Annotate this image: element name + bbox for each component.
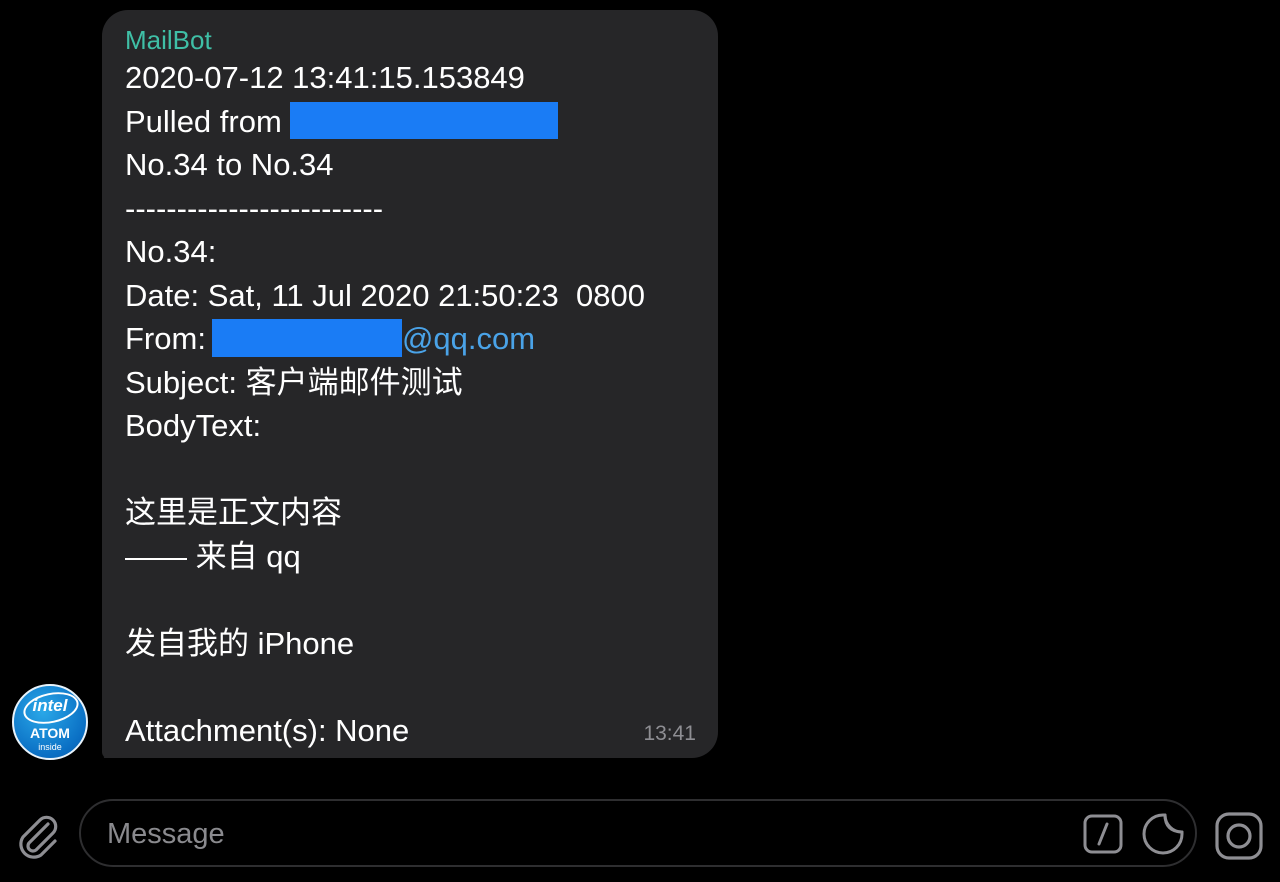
message-bubble[interactable]: MailBot 2020-07-12 13:41:15.153849 Pulle…: [102, 10, 718, 758]
sender-name[interactable]: MailBot: [125, 24, 696, 56]
avatar-tagline: inside: [38, 742, 62, 752]
bodytext-label: BodyText:: [125, 408, 262, 443]
from-email-link[interactable]: @qq.com: [402, 321, 535, 356]
from-line: From: @qq.com: [125, 317, 696, 361]
redacted-sender: [211, 318, 402, 357]
separator-line: -------------------------: [125, 190, 384, 226]
avatar-product: ATOM: [30, 725, 70, 741]
range-line: No.34 to No.34: [125, 147, 334, 182]
message-time: 13:41: [643, 722, 696, 745]
slash-command-icon[interactable]: [1083, 814, 1123, 854]
message-input-field[interactable]: [79, 799, 1197, 867]
avatar-brand: intel: [32, 696, 68, 715]
message-input[interactable]: [105, 811, 1069, 857]
timestamp-line: 2020-07-12 13:41:15.153849: [125, 60, 525, 95]
attachments-line: Attachment(s): None: [125, 712, 410, 748]
composer-bar: [0, 780, 1280, 882]
body-line-2: —— 来自 qq: [125, 538, 301, 574]
paperclip-icon[interactable]: [14, 810, 60, 862]
chat-area: MailBot 2020-07-12 13:41:15.153849 Pulle…: [0, 0, 1280, 780]
item-number: No.34:: [125, 234, 217, 269]
avatar[interactable]: intel ATOM inside: [12, 684, 88, 760]
body-line-3: 发自我的 iPhone: [125, 625, 355, 661]
body-line-1: 这里是正文内容: [125, 495, 342, 530]
pulled-from-label: Pulled from: [125, 103, 282, 139]
redacted-account: [289, 101, 558, 139]
pulled-from-line: Pulled from: [125, 100, 696, 144]
from-label: From:: [125, 321, 206, 356]
sticker-icon[interactable]: [1141, 812, 1185, 856]
camera-icon[interactable]: [1214, 811, 1264, 861]
subject-line: Subject: 客户端邮件测试: [125, 364, 463, 400]
date-line: Date: Sat, 11 Jul 2020 21:50:23 0800: [125, 277, 645, 313]
